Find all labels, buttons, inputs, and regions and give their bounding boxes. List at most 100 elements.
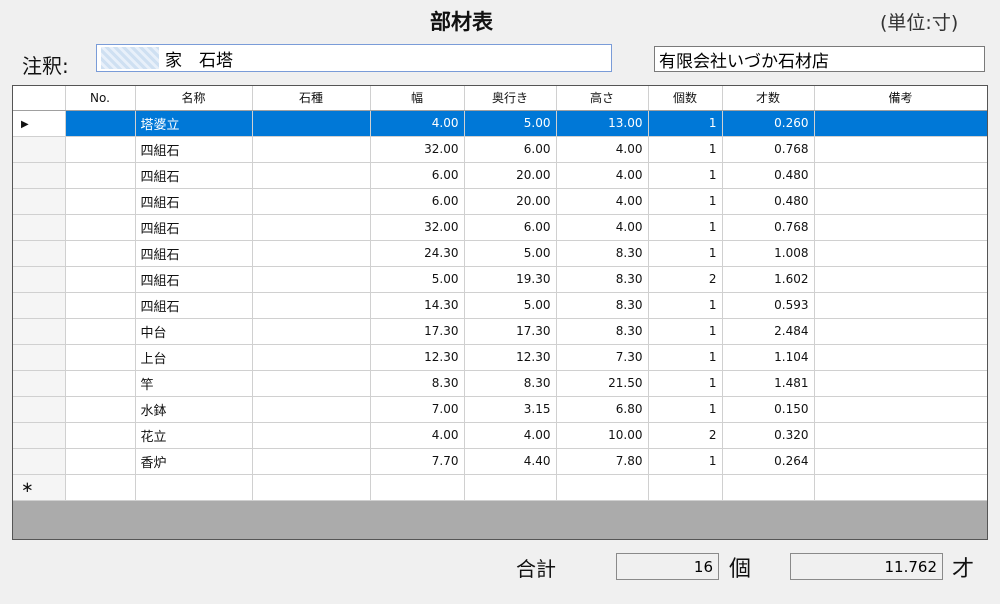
cell-stone[interactable] <box>252 292 371 319</box>
company-field[interactable]: 有限会社いづか石材店 <box>654 46 985 72</box>
cell-name[interactable]: 中台 <box>135 318 253 345</box>
cell-qty[interactable]: 1 <box>648 448 723 475</box>
cell-height[interactable]: 13.00 <box>556 110 649 137</box>
table-row[interactable]: 竿 8.30 8.30 21.50 1 1.481 <box>13 370 987 397</box>
cell-no[interactable] <box>65 162 136 189</box>
cell-height[interactable]: 8.30 <box>556 266 649 293</box>
table-row[interactable]: 四組石 32.00 6.00 4.00 1 0.768 <box>13 214 987 241</box>
cell-sai[interactable]: 0.150 <box>722 396 815 423</box>
cell-qty[interactable]: 1 <box>648 214 723 241</box>
cell-remarks[interactable] <box>814 266 987 293</box>
cell-height[interactable]: 4.00 <box>556 188 649 215</box>
new-row-cell[interactable] <box>722 474 815 501</box>
cell-width[interactable]: 32.00 <box>370 136 465 163</box>
row-header[interactable]: ▶ <box>13 110 66 137</box>
cell-name[interactable]: 四組石 <box>135 292 253 319</box>
cell-depth[interactable]: 4.00 <box>464 422 557 449</box>
cell-sai[interactable]: 0.593 <box>722 292 815 319</box>
cell-sai[interactable]: 2.484 <box>722 318 815 345</box>
cell-depth[interactable]: 3.15 <box>464 396 557 423</box>
cell-qty[interactable]: 1 <box>648 110 723 137</box>
table-row[interactable]: 花立 4.00 4.00 10.00 2 0.320 <box>13 422 987 449</box>
cell-remarks[interactable] <box>814 344 987 371</box>
cell-stone[interactable] <box>252 266 371 293</box>
table-row[interactable]: 四組石 14.30 5.00 8.30 1 0.593 <box>13 292 987 319</box>
cell-qty[interactable]: 1 <box>648 292 723 319</box>
note-input[interactable]: 家 石塔 <box>96 44 612 72</box>
cell-qty[interactable]: 1 <box>648 136 723 163</box>
cell-no[interactable] <box>65 370 136 397</box>
cell-sai[interactable]: 1.104 <box>722 344 815 371</box>
table-row[interactable]: 四組石 5.00 19.30 8.30 2 1.602 <box>13 266 987 293</box>
cell-no[interactable] <box>65 318 136 345</box>
row-header[interactable] <box>13 292 66 319</box>
cell-qty[interactable]: 1 <box>648 188 723 215</box>
cell-name[interactable]: 塔婆立 <box>135 110 253 137</box>
cell-stone[interactable] <box>252 136 371 163</box>
cell-stone[interactable] <box>252 318 371 345</box>
cell-height[interactable]: 10.00 <box>556 422 649 449</box>
cell-name[interactable]: 四組石 <box>135 188 253 215</box>
new-row-cell[interactable] <box>135 474 253 501</box>
row-header[interactable] <box>13 344 66 371</box>
cell-qty[interactable]: 1 <box>648 370 723 397</box>
cell-depth[interactable]: 12.30 <box>464 344 557 371</box>
table-row[interactable]: 水鉢 7.00 3.15 6.80 1 0.150 <box>13 396 987 423</box>
cell-sai[interactable]: 1.008 <box>722 240 815 267</box>
cell-name[interactable]: 花立 <box>135 422 253 449</box>
cell-height[interactable]: 7.80 <box>556 448 649 475</box>
cell-no[interactable] <box>65 188 136 215</box>
cell-remarks[interactable] <box>814 240 987 267</box>
row-header[interactable]: ∗ <box>13 474 66 501</box>
cell-name[interactable]: 水鉢 <box>135 396 253 423</box>
cell-height[interactable]: 6.80 <box>556 396 649 423</box>
cell-name[interactable]: 四組石 <box>135 240 253 267</box>
cell-sai[interactable]: 0.768 <box>722 214 815 241</box>
cell-sai[interactable]: 0.320 <box>722 422 815 449</box>
cell-no[interactable] <box>65 240 136 267</box>
table-row[interactable]: ▶ 塔婆立 4.00 5.00 13.00 1 0.260 <box>13 110 987 137</box>
cell-width[interactable]: 4.00 <box>370 422 465 449</box>
cell-remarks[interactable] <box>814 448 987 475</box>
col-header-height[interactable]: 高さ <box>556 86 649 111</box>
col-header-no[interactable]: No. <box>65 86 136 111</box>
cell-no[interactable] <box>65 266 136 293</box>
cell-sai[interactable]: 0.768 <box>722 136 815 163</box>
new-row-cell[interactable] <box>252 474 371 501</box>
table-row[interactable]: 四組石 6.00 20.00 4.00 1 0.480 <box>13 162 987 189</box>
table-row[interactable]: 四組石 24.30 5.00 8.30 1 1.008 <box>13 240 987 267</box>
row-header[interactable] <box>13 266 66 293</box>
cell-stone[interactable] <box>252 370 371 397</box>
table-row[interactable]: 香炉 7.70 4.40 7.80 1 0.264 <box>13 448 987 475</box>
cell-sai[interactable]: 1.481 <box>722 370 815 397</box>
cell-stone[interactable] <box>252 448 371 475</box>
cell-name[interactable]: 竿 <box>135 370 253 397</box>
cell-height[interactable]: 8.30 <box>556 292 649 319</box>
cell-width[interactable]: 7.70 <box>370 448 465 475</box>
cell-name[interactable]: 四組石 <box>135 136 253 163</box>
cell-name[interactable]: 上台 <box>135 344 253 371</box>
cell-sai[interactable]: 0.260 <box>722 110 815 137</box>
row-header[interactable] <box>13 370 66 397</box>
cell-depth[interactable]: 4.40 <box>464 448 557 475</box>
cell-remarks[interactable] <box>814 292 987 319</box>
cell-stone[interactable] <box>252 214 371 241</box>
col-header-remarks[interactable]: 備考 <box>814 86 987 111</box>
cell-height[interactable]: 4.00 <box>556 162 649 189</box>
new-row-cell[interactable] <box>370 474 465 501</box>
cell-remarks[interactable] <box>814 136 987 163</box>
cell-name[interactable]: 香炉 <box>135 448 253 475</box>
cell-stone[interactable] <box>252 344 371 371</box>
cell-remarks[interactable] <box>814 214 987 241</box>
cell-width[interactable]: 17.30 <box>370 318 465 345</box>
col-header-stone[interactable]: 石種 <box>252 86 371 111</box>
cell-width[interactable]: 5.00 <box>370 266 465 293</box>
cell-stone[interactable] <box>252 162 371 189</box>
cell-remarks[interactable] <box>814 422 987 449</box>
new-row-cell[interactable] <box>65 474 136 501</box>
col-header-width[interactable]: 幅 <box>370 86 465 111</box>
cell-no[interactable] <box>65 448 136 475</box>
cell-height[interactable]: 8.30 <box>556 318 649 345</box>
row-header[interactable] <box>13 448 66 475</box>
cell-stone[interactable] <box>252 422 371 449</box>
